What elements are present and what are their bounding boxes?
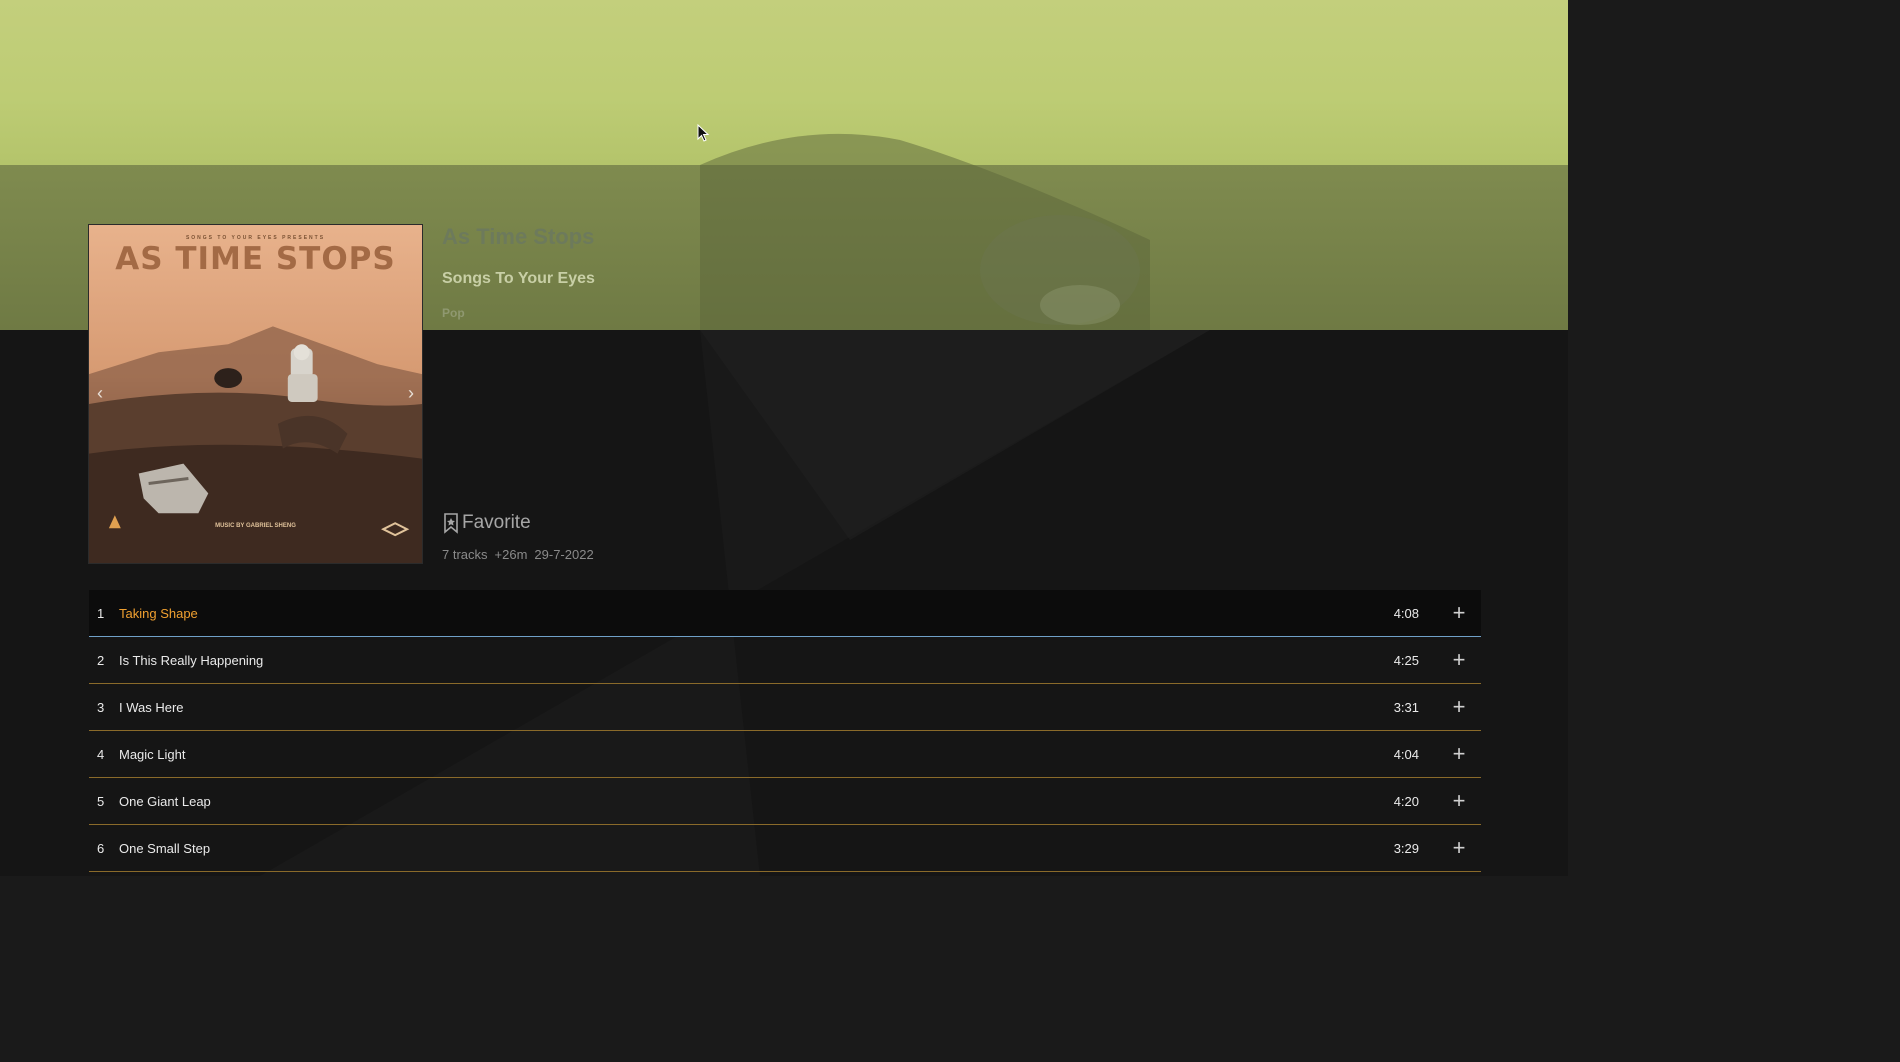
- track-list: 1 Taking Shape 4:08 + 2 Is This Really H…: [89, 590, 1481, 872]
- chevron-right-icon[interactable]: ›: [402, 383, 420, 403]
- track-duration: 4:25: [1393, 652, 1419, 668]
- album-title: As Time Stops: [442, 224, 595, 249]
- tracks-count: 7 tracks: [442, 547, 488, 562]
- add-icon[interactable]: +: [1437, 598, 1481, 628]
- track-duration: 4:20: [1393, 793, 1419, 809]
- track-title[interactable]: One Small Step: [119, 841, 1359, 856]
- mouse-cursor-icon: [697, 124, 709, 142]
- track-number: 1: [97, 605, 105, 621]
- album-meta: 7 tracks +26m 29-7-2022: [442, 547, 594, 562]
- track-title[interactable]: Is This Really Happening: [119, 653, 1359, 668]
- track-title[interactable]: I Was Here: [119, 700, 1359, 715]
- track-title[interactable]: Magic Light: [119, 747, 1359, 762]
- add-icon[interactable]: +: [1437, 786, 1481, 816]
- track-duration: 4:08: [1393, 605, 1419, 621]
- track-row[interactable]: 4 Magic Light 4:04 +: [89, 731, 1481, 778]
- track-number: 6: [97, 840, 105, 856]
- track-row[interactable]: 6 One Small Step 3:29 +: [89, 825, 1481, 872]
- bookmark-icon: [444, 513, 458, 534]
- track-duration: 3:31: [1393, 699, 1419, 715]
- chevron-left-icon[interactable]: ‹: [91, 383, 109, 403]
- genre-label[interactable]: Pop: [442, 306, 465, 320]
- track-duration: 4:04: [1393, 746, 1419, 762]
- track-row[interactable]: 3 I Was Here 3:31 +: [89, 684, 1481, 731]
- track-number: 3: [97, 699, 105, 715]
- album-cover[interactable]: SONGS TO YOUR EYES PRESENTS AS TIME STOP…: [88, 224, 423, 564]
- track-number: 4: [97, 746, 105, 762]
- album-duration: +26m: [494, 547, 528, 562]
- favorite-button[interactable]: Favorite: [442, 512, 531, 534]
- cover-credit-text: MUSIC BY GABRIEL SHENG: [215, 523, 296, 529]
- add-icon[interactable]: +: [1437, 692, 1481, 722]
- track-title[interactable]: One Giant Leap: [119, 794, 1359, 809]
- track-number: 5: [97, 793, 105, 809]
- track-row[interactable]: 1 Taking Shape 4:08 +: [89, 590, 1481, 637]
- track-title[interactable]: Taking Shape: [119, 606, 1359, 621]
- favorite-label: Favorite: [462, 512, 531, 533]
- add-icon[interactable]: +: [1437, 645, 1481, 675]
- add-icon[interactable]: +: [1437, 833, 1481, 863]
- track-number: 2: [97, 652, 105, 668]
- track-duration: 3:29: [1393, 840, 1419, 856]
- release-date: 29-7-2022: [534, 547, 594, 562]
- artist-name[interactable]: Songs To Your Eyes: [442, 270, 595, 288]
- track-row[interactable]: 5 One Giant Leap 4:20 +: [89, 778, 1481, 825]
- cover-title-text: AS TIME STOPS: [115, 241, 396, 277]
- add-icon[interactable]: +: [1437, 739, 1481, 769]
- track-row[interactable]: 2 Is This Really Happening 4:25 +: [89, 637, 1481, 684]
